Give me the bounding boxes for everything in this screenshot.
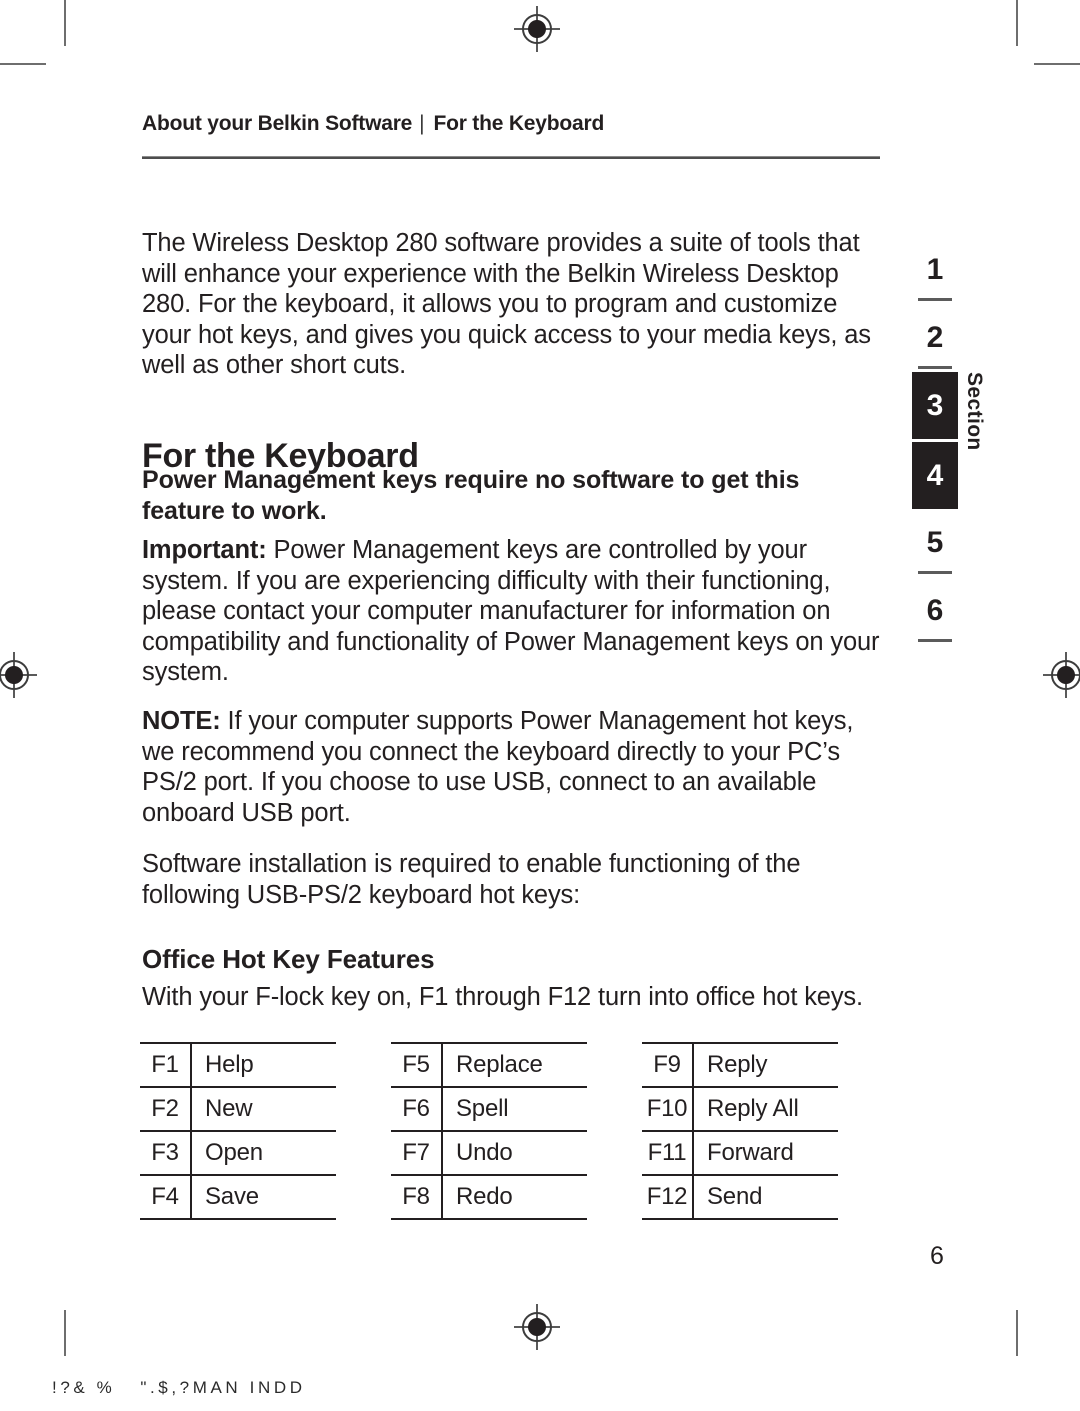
key-label: F1 xyxy=(140,1044,192,1086)
key-label: F6 xyxy=(391,1088,443,1130)
hot-key-table-3: F9 Reply F10 Reply All F11 Forward F12 S… xyxy=(642,1042,838,1220)
key-function: Help xyxy=(205,1051,254,1078)
key-label: F2 xyxy=(140,1088,192,1130)
section-tab-number: 1 xyxy=(926,253,944,286)
crop-mark-bottom-left xyxy=(64,1310,66,1356)
running-head: About your Belkin Software | For the Keybo… xyxy=(142,112,882,136)
key-label: F5 xyxy=(391,1044,443,1086)
key-label: F12 xyxy=(642,1176,694,1218)
key-function: Reply All xyxy=(707,1095,799,1122)
table-row: F6 Spell xyxy=(391,1086,587,1130)
table-row: F4 Save xyxy=(140,1174,336,1220)
section-tab-2: 2 xyxy=(912,304,958,372)
table-row: F8 Redo xyxy=(391,1174,587,1220)
office-intro-text: With your F-lock key on, F1 through F12 … xyxy=(142,983,863,1011)
key-function: Open xyxy=(205,1139,263,1166)
running-head-left: About your Belkin Software xyxy=(142,112,413,135)
section-tab-3: 3 xyxy=(912,372,958,439)
running-head-separator: | xyxy=(419,112,425,135)
crop-mark-right-top xyxy=(1034,63,1080,65)
important-paragraph: Important: Power Management keys are con… xyxy=(142,535,890,688)
note-paragraph: NOTE: If your computer supports Power Ma… xyxy=(142,706,890,828)
section-index: 1 2 3 4 5 6 xyxy=(912,236,958,645)
registration-mark-top xyxy=(514,6,560,52)
registration-mark-left xyxy=(0,652,37,698)
office-intro-paragraph: With your F-lock key on, F1 through F12 … xyxy=(142,982,890,1013)
key-function: Send xyxy=(707,1183,763,1210)
page-number: 6 xyxy=(930,1242,944,1270)
table-row: F5 Replace xyxy=(391,1042,587,1086)
crop-mark-top-right xyxy=(1016,0,1018,46)
office-hot-key-heading: Office Hot Key Features xyxy=(142,944,435,974)
power-management-note: Power Management keys require no softwar… xyxy=(142,466,800,525)
key-function: Replace xyxy=(456,1051,543,1078)
section-tab-number: 3 xyxy=(926,388,944,422)
install-paragraph: Software installation is required to ena… xyxy=(142,849,890,910)
table-row: F12 Send xyxy=(642,1174,838,1220)
intro-paragraph: The Wireless Desktop 280 software provid… xyxy=(142,228,890,381)
section-tab-number: 5 xyxy=(926,526,944,559)
table-row: F1 Help xyxy=(140,1042,336,1086)
section-index-label: Section xyxy=(963,372,986,451)
key-function: Undo xyxy=(456,1139,513,1166)
install-paragraph-text: Software installation is required to ena… xyxy=(142,850,801,909)
key-label: F11 xyxy=(642,1132,694,1174)
hot-key-table-2: F5 Replace F6 Spell F7 Undo F8 Redo xyxy=(391,1042,587,1220)
key-label: F8 xyxy=(391,1176,443,1218)
key-function: New xyxy=(205,1095,253,1122)
crop-mark-left-top xyxy=(0,63,46,65)
table-row: F3 Open xyxy=(140,1130,336,1174)
key-function: Reply xyxy=(707,1051,768,1078)
registration-mark-right xyxy=(1043,652,1080,698)
note-text: If your computer supports Power Manageme… xyxy=(142,707,854,827)
key-label: F10 xyxy=(642,1088,694,1130)
key-label: F7 xyxy=(391,1132,443,1174)
section-tab-1: 1 xyxy=(912,236,958,304)
table-row: F10 Reply All xyxy=(642,1086,838,1130)
key-function: Forward xyxy=(707,1139,794,1166)
table-row: F7 Undo xyxy=(391,1130,587,1174)
registration-mark-bottom xyxy=(514,1304,560,1350)
section-tab-5: 5 xyxy=(912,509,958,577)
key-label: F9 xyxy=(642,1044,694,1086)
section-tab-number: 6 xyxy=(926,594,944,627)
hot-key-tables: F1 Help F2 New F3 Open F4 Save F5 Replac… xyxy=(140,1042,880,1220)
crop-mark-top-left xyxy=(64,0,66,46)
section-tab-number: 4 xyxy=(926,458,944,492)
section-tab-4: 4 xyxy=(912,442,958,509)
running-head-rule xyxy=(142,156,880,159)
footer-slug: !?& % ".$,?MAN INDD xyxy=(52,1378,306,1397)
key-function: Save xyxy=(205,1183,259,1210)
section-tab-number: 2 xyxy=(926,321,944,354)
table-row: F11 Forward xyxy=(642,1130,838,1174)
section-tab-6: 6 xyxy=(912,577,958,645)
key-label: F3 xyxy=(140,1132,192,1174)
important-label: Important: xyxy=(142,536,267,564)
running-head-right: For the Keyboard xyxy=(433,112,605,135)
crop-mark-bottom-right xyxy=(1016,1310,1018,1356)
hot-key-table-1: F1 Help F2 New F3 Open F4 Save xyxy=(140,1042,336,1220)
key-label: F4 xyxy=(140,1176,192,1218)
note-label: NOTE: xyxy=(142,707,221,735)
intro-paragraph-text: The Wireless Desktop 280 software provid… xyxy=(142,229,871,380)
key-function: Redo xyxy=(456,1183,513,1210)
manual-page: About your Belkin Software | For the Keybo… xyxy=(0,0,1080,1411)
key-function: Spell xyxy=(456,1095,509,1122)
table-row: F9 Reply xyxy=(642,1042,838,1086)
table-row: F2 New xyxy=(140,1086,336,1130)
